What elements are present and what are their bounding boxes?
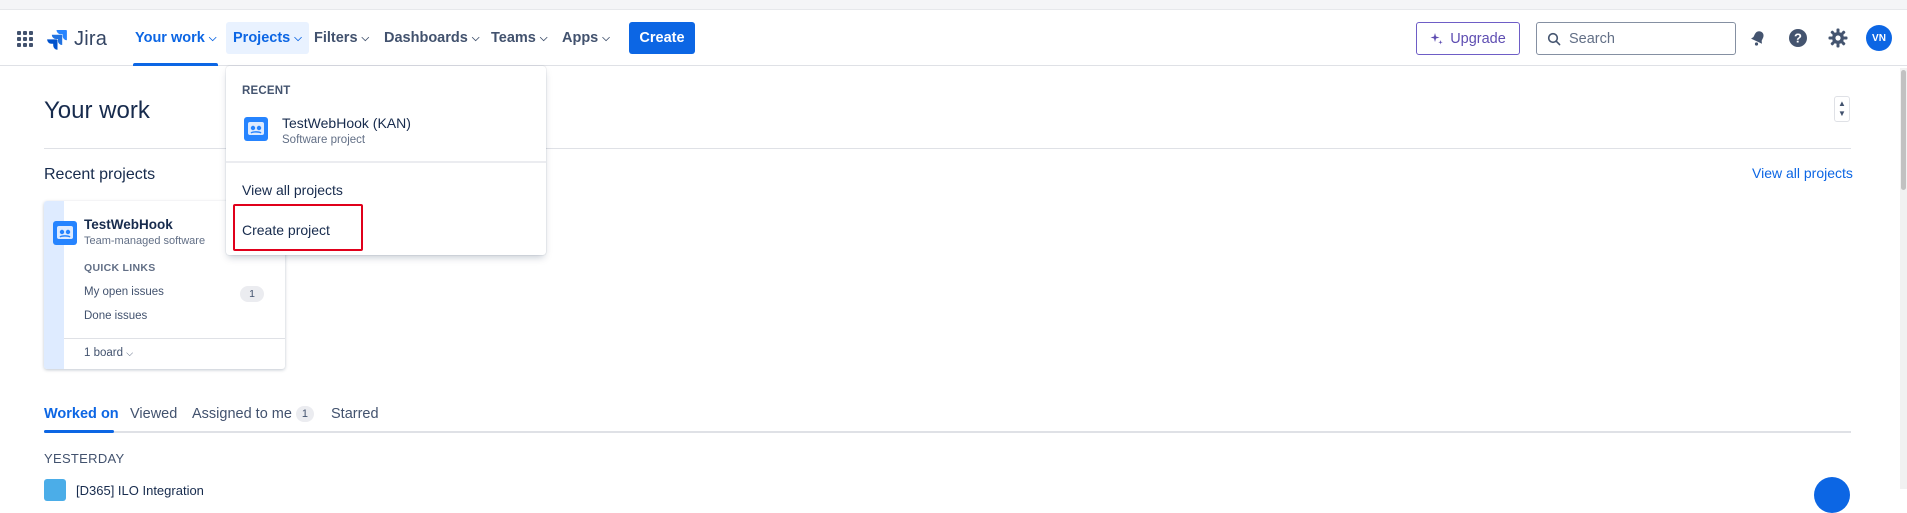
tab-worked-on[interactable]: Worked on [44,406,119,422]
project-type: Team-managed software [84,235,206,247]
quick-links-heading: QUICK LINKS [84,262,156,274]
search-input[interactable]: Search [1536,22,1736,55]
browser-top-strip [0,0,1907,10]
tab-assigned-label: Assigned to me [192,406,292,422]
upgrade-button[interactable]: Upgrade [1416,22,1520,55]
recent-project-type: Software project [282,134,366,146]
floating-help-button[interactable] [1814,477,1850,513]
chevron-down-icon: ⌵ [361,33,370,44]
boards-dropdown[interactable]: 1 board ⌵ [84,347,133,359]
tab-starred[interactable]: Starred [331,406,379,422]
project-name[interactable]: TestWebHook [84,217,173,232]
boards-label: 1 board [84,347,124,359]
active-tab-indicator [44,430,114,433]
group-heading: YESTERDAY [44,451,125,466]
view-all-projects-menu-item[interactable]: View all projects [242,182,343,198]
notifications-icon[interactable] [1744,24,1772,52]
jira-wordmark: Jira [74,27,108,50]
nav-dashboards[interactable]: Dashboards ⌵ [378,10,485,66]
jira-logo[interactable]: Jira [46,26,107,52]
page-scrollbar[interactable] [1900,68,1907,489]
jira-logo-icon [47,30,67,50]
chevron-down-icon: ⌵ [602,33,610,44]
chevron-down-icon: ⌵ [471,33,480,44]
chevron-down-icon: ⌵ [208,33,217,44]
create-project-menu-item[interactable]: Create project [242,222,330,238]
user-avatar[interactable]: VN [1866,25,1892,51]
project-avatar-icon [244,117,268,141]
upgrade-label: Upgrade [1450,30,1506,47]
assigned-count-badge: 1 [295,406,314,422]
nav-teams-label: Teams [491,30,536,46]
open-issues-count-badge: 1 [240,286,264,302]
nav-apps[interactable]: Apps ⌵ [556,10,616,66]
svg-text:?: ? [1794,31,1802,46]
page-title: Your work [44,97,150,124]
nav-your-work[interactable]: Your work ⌵ [129,10,222,66]
sparkle-icon [1430,32,1443,44]
scroll-stepper[interactable]: ▲ ▼ [1834,96,1850,122]
nav-dashboards-label: Dashboards [384,30,468,46]
nav-filters-label: Filters [314,30,358,46]
nav-projects-label: Projects [233,30,291,46]
scrollbar-thumb[interactable] [1901,70,1906,190]
work-tabs: Worked on Viewed Assigned to me 1 Starred [44,406,644,432]
help-icon[interactable]: ? [1784,24,1812,52]
recent-heading: RECENT [242,85,291,97]
app-switcher-icon[interactable] [14,28,36,50]
create-button[interactable]: Create [629,22,695,54]
nav-your-work-label: Your work [135,30,205,46]
recent-project-name: TestWebHook (KAN) [282,115,411,131]
tabs-underline [44,431,1851,433]
nav-projects[interactable]: Projects ⌵ [226,22,309,54]
projects-dropdown-menu: RECENT TestWebHook (KAN) Software projec… [226,66,546,255]
chevron-down-icon: ⌵ [539,33,548,44]
tab-viewed[interactable]: Viewed [130,406,177,422]
recent-projects-heading: Recent projects [44,166,156,183]
search-icon [1547,32,1561,45]
recent-project-item[interactable]: TestWebHook (KAN) Software project [226,108,546,152]
list-item-title: [D365] ILO Integration [76,482,204,498]
issue-type-icon [44,479,66,501]
settings-gear-icon[interactable] [1824,24,1852,52]
nav-teams[interactable]: Teams ⌵ [485,10,553,66]
chevron-down-icon: ⌵ [294,33,302,44]
top-navigation-bar: Jira Your work ⌵ Projects ⌵ Filters ⌵ Da… [0,10,1907,66]
nav-filters[interactable]: Filters ⌵ [308,10,375,66]
view-all-projects-link[interactable]: View all projects [1752,165,1853,181]
caret-up-icon: ▲ [1838,99,1846,108]
project-avatar-icon [53,221,77,245]
card-divider [64,338,285,339]
menu-separator [226,161,546,163]
done-issues-link[interactable]: Done issues [84,310,147,322]
chevron-down-icon: ⌵ [126,348,134,358]
list-item[interactable]: [D365] ILO Integration [44,479,204,501]
search-placeholder: Search [1569,30,1615,47]
nav-apps-label: Apps [562,30,599,46]
tab-assigned-to-me[interactable]: Assigned to me 1 [192,406,314,422]
my-open-issues-link[interactable]: My open issues [84,286,164,298]
caret-down-icon: ▼ [1838,109,1846,118]
